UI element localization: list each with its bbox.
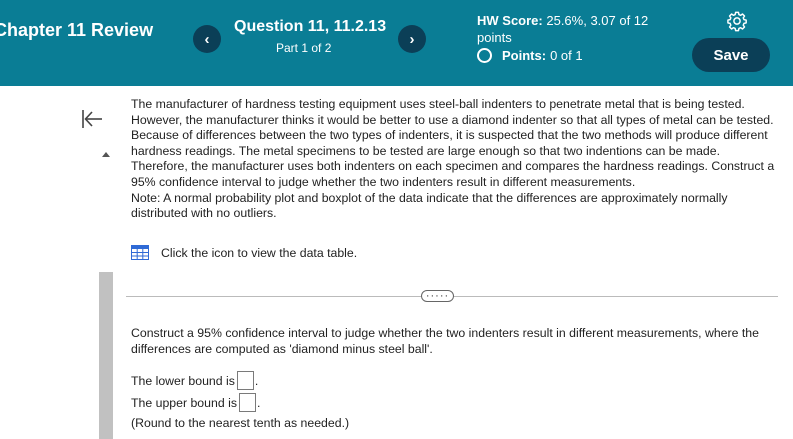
table-icon[interactable]	[131, 245, 149, 260]
upper-bound-label: The upper bound is	[131, 395, 237, 410]
points-value: 0 of 1	[550, 48, 583, 63]
expand-more-button[interactable]: ·····	[421, 290, 454, 302]
points-label: Points:	[502, 48, 547, 63]
upper-bound-row: The upper bound is .	[131, 393, 260, 412]
chevron-left-icon: ‹	[204, 30, 210, 48]
problem-statement: The manufacturer of hardness testing equ…	[131, 97, 776, 222]
problem-note: Note: A normal probability plot and boxp…	[131, 190, 728, 221]
next-question-button[interactable]: ›	[398, 25, 426, 53]
lower-bound-label: The lower bound is	[131, 373, 235, 388]
data-table-link[interactable]: Click the icon to view the data table.	[131, 245, 357, 260]
scroll-up-arrow-icon[interactable]	[102, 152, 110, 157]
hw-score: HW Score: 25.6%, 3.07 of 12 points	[477, 12, 677, 46]
points-status: Points: 0 of 1	[477, 48, 583, 63]
upper-bound-input[interactable]	[238, 393, 256, 412]
gear-icon[interactable]	[726, 10, 748, 32]
chapter-title: Chapter 11 Review	[0, 20, 154, 40]
data-table-link-text[interactable]: Click the icon to view the data table.	[161, 246, 357, 260]
question-prompt: Construct a 95% confidence interval to j…	[131, 326, 759, 356]
upper-bound-period: .	[256, 395, 261, 410]
lower-bound-period: .	[254, 373, 259, 388]
collapse-left-icon[interactable]	[80, 108, 104, 130]
question-part: Part 1 of 2	[276, 41, 332, 55]
question-title: Question 11, 11.2.13	[234, 18, 387, 35]
points-status-icon	[477, 48, 492, 63]
lower-bound-input[interactable]	[236, 371, 254, 390]
hw-score-label: HW Score:	[477, 13, 543, 28]
previous-question-button[interactable]: ‹	[193, 25, 221, 53]
rounding-instruction: (Round to the nearest tenth as needed.)	[131, 416, 350, 430]
question-header: Chapter 11 Review ‹ Question 11, 11.2.13…	[0, 0, 793, 86]
lower-bound-row: The lower bound is .	[131, 371, 258, 390]
chevron-right-icon: ›	[409, 30, 415, 48]
scrollbar-thumb[interactable]	[99, 272, 113, 439]
problem-text: The manufacturer of hardness testing equ…	[131, 97, 775, 189]
save-button[interactable]: Save	[692, 38, 770, 72]
